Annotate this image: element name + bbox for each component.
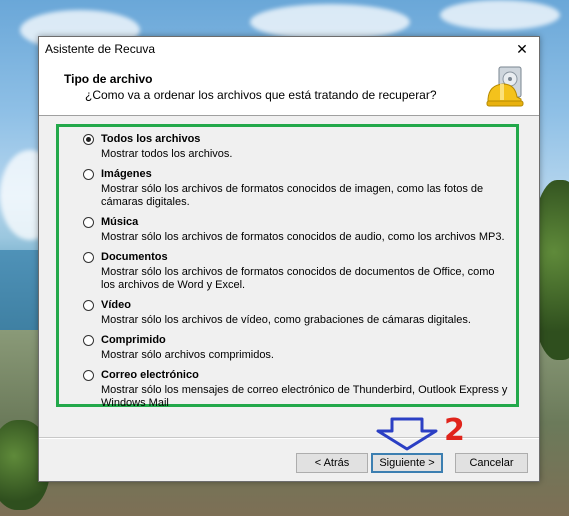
radio-correo[interactable] xyxy=(83,370,94,381)
window-title: Asistente de Recuva xyxy=(45,42,156,56)
cloud xyxy=(440,0,560,30)
option-description: Mostrar sólo los archivos de formatos co… xyxy=(101,231,505,243)
option-label: Imágenes xyxy=(101,168,152,180)
radio-imagenes[interactable] xyxy=(83,169,94,180)
option-description: Mostrar sólo los mensajes de correo elec… xyxy=(101,384,508,409)
radio-todos[interactable] xyxy=(83,134,94,145)
radio-comprimido[interactable] xyxy=(83,335,94,346)
wizard-header: Tipo de archivo ¿Como va a ordenar los a… xyxy=(39,61,539,116)
option-label: Vídeo xyxy=(101,299,131,311)
page-title: Tipo de archivo xyxy=(64,72,153,86)
option-description: Mostrar sólo los archivos de vídeo, como… xyxy=(101,314,471,326)
option-label: Comprimido xyxy=(101,334,166,346)
annotation-step-number: 2 xyxy=(444,413,465,448)
back-button[interactable]: < Atrás xyxy=(296,453,368,473)
cancel-button[interactable]: Cancelar xyxy=(455,453,528,473)
next-button[interactable]: Siguiente > xyxy=(371,453,443,473)
option-label: Correo electrónico xyxy=(101,369,199,381)
annotation-down-arrow-icon xyxy=(376,417,438,451)
recuva-hardhat-drive-icon xyxy=(486,66,524,107)
cloud xyxy=(250,4,410,40)
option-description: Mostrar sólo los archivos de formatos co… xyxy=(101,266,495,291)
radio-documentos[interactable] xyxy=(83,252,94,263)
option-label: Música xyxy=(101,216,139,228)
radio-video[interactable] xyxy=(83,300,94,311)
option-description: Mostrar todos los archivos. xyxy=(101,148,233,160)
radio-musica[interactable] xyxy=(83,217,94,228)
option-description: Mostrar sólo los archivos de formatos co… xyxy=(101,183,484,208)
option-label: Todos los archivos xyxy=(101,133,201,145)
page-subtitle: ¿Como va a ordenar los archivos que está… xyxy=(85,88,437,102)
close-icon[interactable]: ✕ xyxy=(505,37,539,61)
option-label: Documentos xyxy=(101,251,168,263)
title-bar: Asistente de Recuva ✕ xyxy=(39,37,539,61)
option-description: Mostrar sólo archivos comprimidos. xyxy=(101,349,274,361)
